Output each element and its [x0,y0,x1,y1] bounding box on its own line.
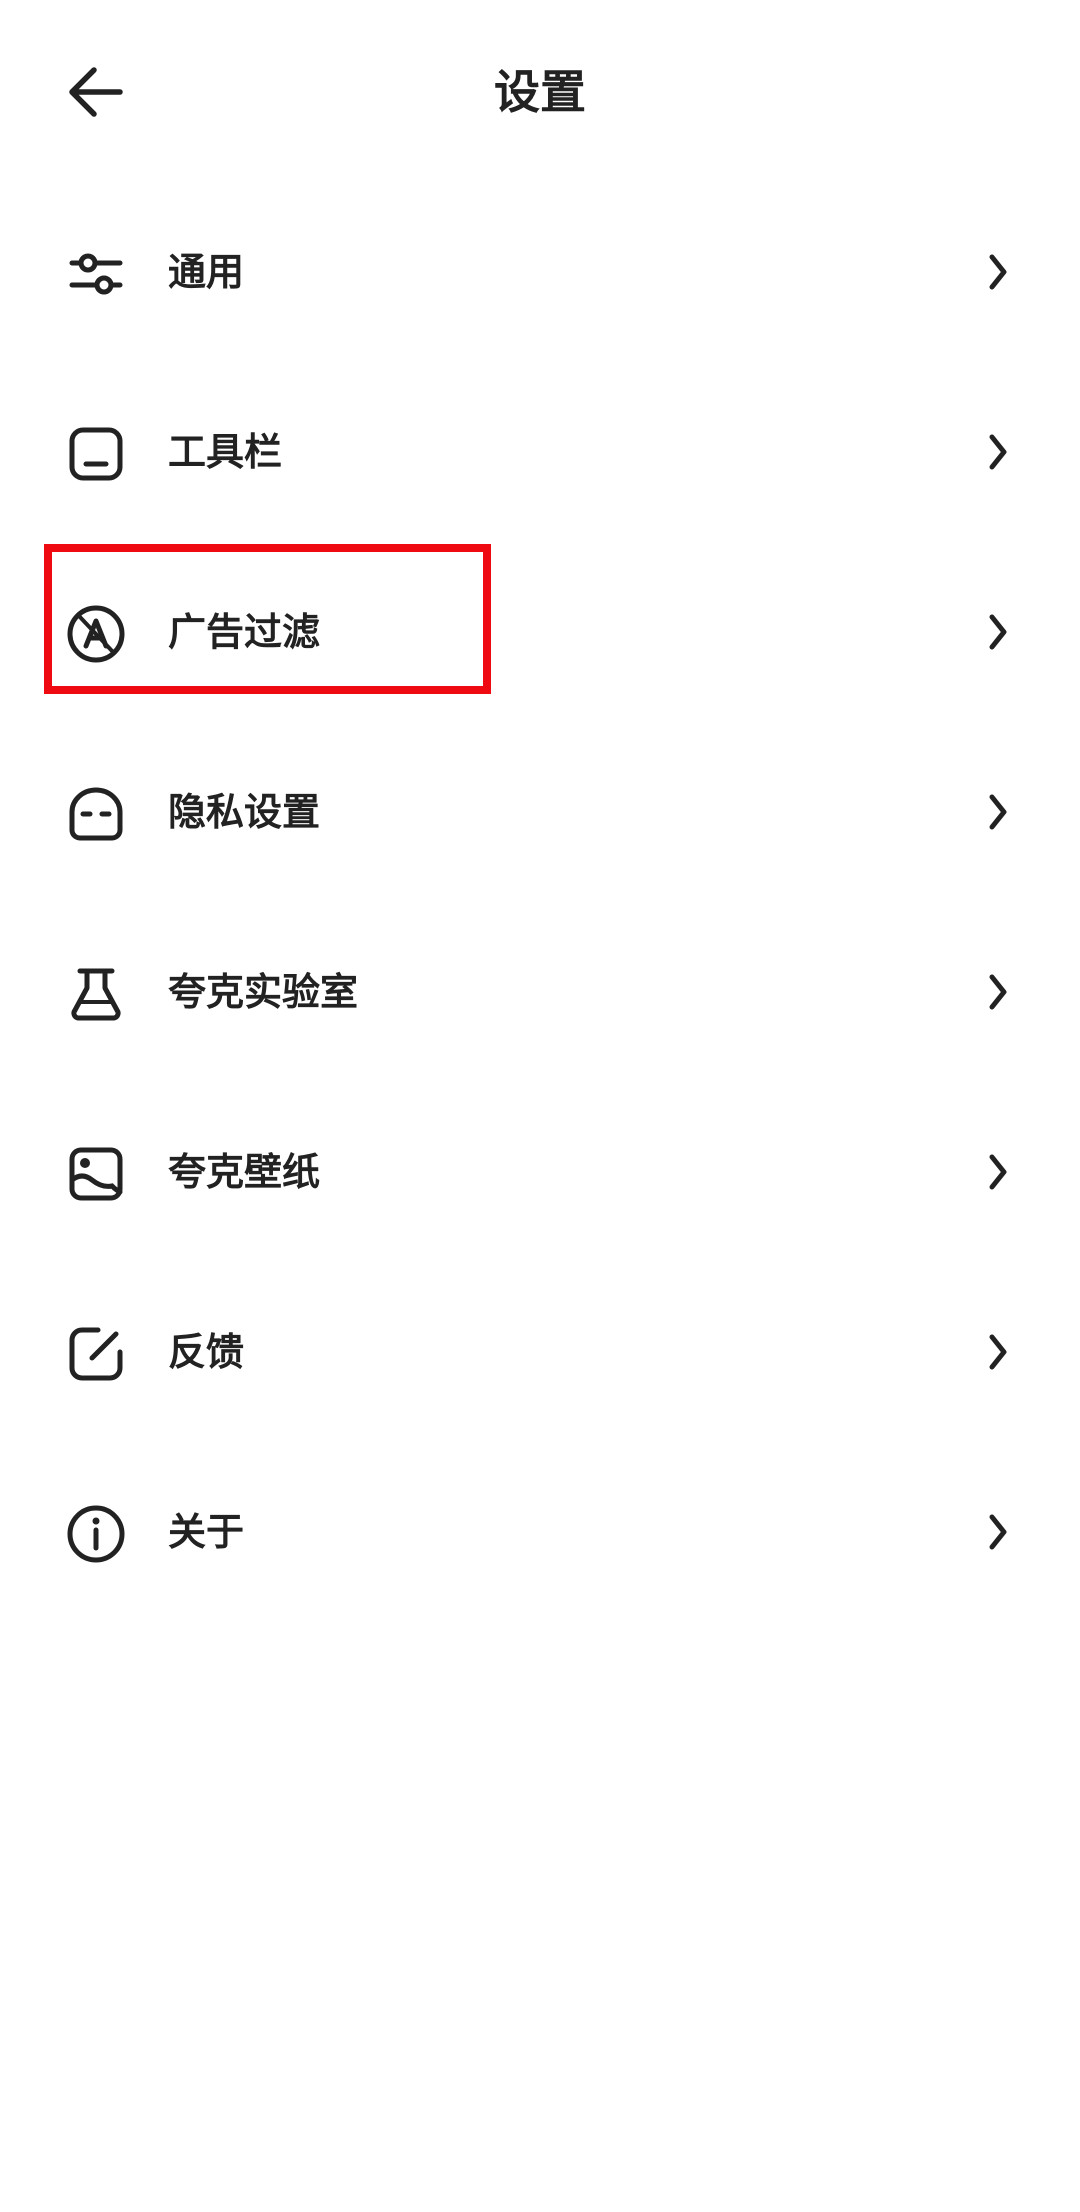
menu-label-feedback: 反馈 [168,1330,245,1374]
header: 设置 [0,0,1080,185]
image-icon [64,1142,128,1206]
sliders-icon [64,242,128,306]
ad-block-icon [64,602,128,666]
info-icon [64,1502,128,1566]
chevron-right-icon [989,254,1007,290]
chevron-right-icon [989,1514,1007,1550]
menu-item-about[interactable]: 关于 [0,1442,1080,1622]
menu-item-general[interactable]: 通用 [0,182,1080,362]
menu-item-privacy[interactable]: 隐私设置 [0,722,1080,902]
menu-item-toolbar[interactable]: 工具栏 [0,362,1080,542]
menu-item-ad-filter[interactable]: 广告过滤 [0,542,1080,722]
flask-icon [64,962,128,1026]
edit-icon [64,1322,128,1386]
menu-label-lab: 夸克实验室 [168,970,359,1014]
chevron-right-icon [989,614,1007,650]
chevron-right-icon [989,1334,1007,1370]
mask-icon [64,782,128,846]
menu-item-feedback[interactable]: 反馈 [0,1262,1080,1442]
settings-menu-list: 通用 工具栏 广告过滤 隐私设置 夸克实验室 夸克壁纸 反馈 关于 [0,182,1080,1622]
menu-label-general: 通用 [168,250,245,294]
menu-label-toolbar: 工具栏 [168,430,283,474]
chevron-right-icon [989,974,1007,1010]
chevron-right-icon [989,434,1007,470]
toolbar-icon [64,422,128,486]
menu-label-ad-filter: 广告过滤 [168,610,321,654]
chevron-right-icon [989,1154,1007,1190]
menu-label-about: 关于 [168,1510,245,1554]
menu-label-privacy: 隐私设置 [168,790,321,834]
chevron-right-icon [989,794,1007,830]
menu-item-lab[interactable]: 夸克实验室 [0,902,1080,1082]
page-title: 设置 [494,65,586,119]
menu-item-wallpaper[interactable]: 夸克壁纸 [0,1082,1080,1262]
menu-label-wallpaper: 夸克壁纸 [168,1150,321,1194]
